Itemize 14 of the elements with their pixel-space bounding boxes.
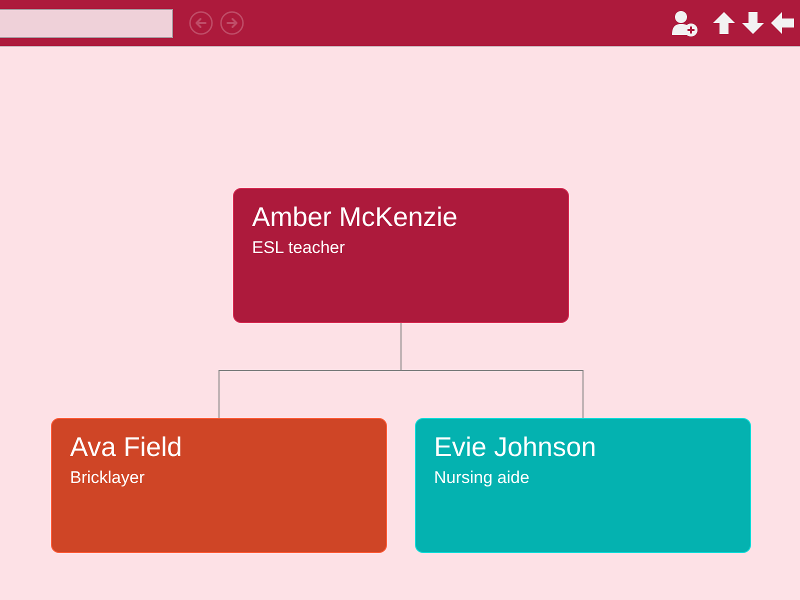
person-card[interactable]: Evie Johnson Nursing aide <box>415 418 751 553</box>
arrow-down-icon[interactable] <box>741 11 765 35</box>
arrow-up-icon[interactable] <box>712 11 736 35</box>
person-card[interactable]: Amber McKenzie ESL teacher <box>233 188 569 323</box>
person-card[interactable]: Ava Field Bricklayer <box>51 418 387 553</box>
add-person-icon[interactable] <box>671 10 698 36</box>
job-title: ESL teacher <box>252 237 345 259</box>
input-field[interactable] <box>0 8 173 38</box>
person-name: Amber McKenzie <box>252 201 458 234</box>
person-name: Evie Johnson <box>434 431 596 464</box>
job-title: Nursing aide <box>434 467 530 489</box>
person-name: Ava Field <box>70 431 182 464</box>
arrow-left-icon[interactable] <box>770 11 795 35</box>
job-title: Bricklayer <box>70 467 145 489</box>
